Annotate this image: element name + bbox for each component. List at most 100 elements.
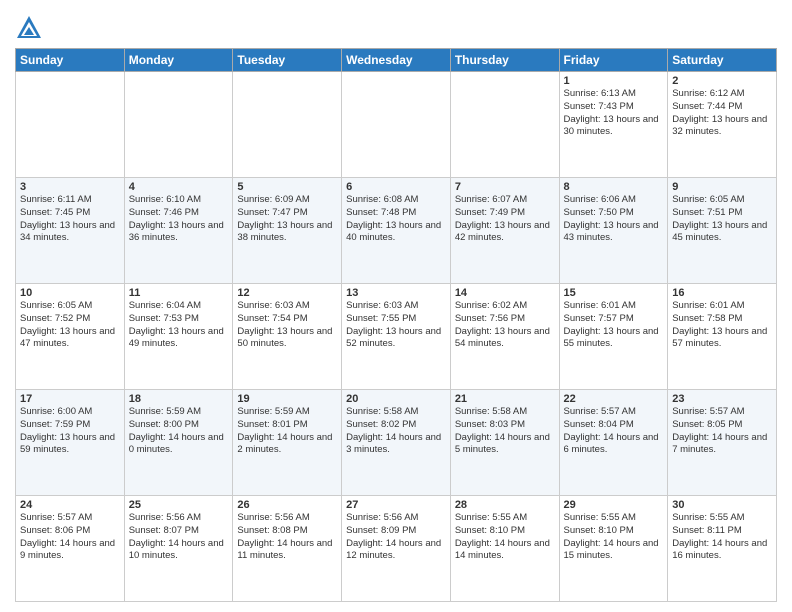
calendar-cell: 17Sunrise: 6:00 AM Sunset: 7:59 PM Dayli… [16,390,125,496]
day-info: Sunrise: 5:57 AM Sunset: 8:05 PM Dayligh… [672,406,772,457]
calendar-cell: 12Sunrise: 6:03 AM Sunset: 7:54 PM Dayli… [233,284,342,390]
day-number: 4 [129,181,229,193]
calendar-header-day: Sunday [16,49,125,72]
day-number: 22 [564,393,664,405]
calendar-cell: 27Sunrise: 5:56 AM Sunset: 8:09 PM Dayli… [342,496,451,602]
calendar-cell: 18Sunrise: 5:59 AM Sunset: 8:00 PM Dayli… [124,390,233,496]
day-number: 25 [129,499,229,511]
day-info: Sunrise: 6:02 AM Sunset: 7:56 PM Dayligh… [455,300,555,351]
calendar-week-row: 17Sunrise: 6:00 AM Sunset: 7:59 PM Dayli… [16,390,777,496]
calendar-cell: 23Sunrise: 5:57 AM Sunset: 8:05 PM Dayli… [668,390,777,496]
day-info: Sunrise: 6:05 AM Sunset: 7:51 PM Dayligh… [672,194,772,245]
day-info: Sunrise: 6:05 AM Sunset: 7:52 PM Dayligh… [20,300,120,351]
header [15,10,777,42]
day-number: 23 [672,393,772,405]
day-info: Sunrise: 6:01 AM Sunset: 7:57 PM Dayligh… [564,300,664,351]
day-info: Sunrise: 5:59 AM Sunset: 8:00 PM Dayligh… [129,406,229,457]
day-info: Sunrise: 5:57 AM Sunset: 8:04 PM Dayligh… [564,406,664,457]
calendar-cell: 16Sunrise: 6:01 AM Sunset: 7:58 PM Dayli… [668,284,777,390]
day-info: Sunrise: 6:08 AM Sunset: 7:48 PM Dayligh… [346,194,446,245]
calendar-header-row: SundayMondayTuesdayWednesdayThursdayFrid… [16,49,777,72]
day-number: 9 [672,181,772,193]
calendar-cell: 26Sunrise: 5:56 AM Sunset: 8:08 PM Dayli… [233,496,342,602]
day-number: 13 [346,287,446,299]
day-number: 5 [237,181,337,193]
day-info: Sunrise: 6:10 AM Sunset: 7:46 PM Dayligh… [129,194,229,245]
calendar-cell: 29Sunrise: 5:55 AM Sunset: 8:10 PM Dayli… [559,496,668,602]
calendar: SundayMondayTuesdayWednesdayThursdayFrid… [15,48,777,602]
calendar-cell: 11Sunrise: 6:04 AM Sunset: 7:53 PM Dayli… [124,284,233,390]
day-info: Sunrise: 6:04 AM Sunset: 7:53 PM Dayligh… [129,300,229,351]
day-info: Sunrise: 6:11 AM Sunset: 7:45 PM Dayligh… [20,194,120,245]
calendar-header-day: Saturday [668,49,777,72]
day-number: 15 [564,287,664,299]
calendar-header-day: Tuesday [233,49,342,72]
day-number: 10 [20,287,120,299]
day-number: 26 [237,499,337,511]
page: SundayMondayTuesdayWednesdayThursdayFrid… [0,0,792,612]
day-info: Sunrise: 5:59 AM Sunset: 8:01 PM Dayligh… [237,406,337,457]
day-info: Sunrise: 6:03 AM Sunset: 7:55 PM Dayligh… [346,300,446,351]
day-number: 27 [346,499,446,511]
calendar-cell: 19Sunrise: 5:59 AM Sunset: 8:01 PM Dayli… [233,390,342,496]
calendar-week-row: 3Sunrise: 6:11 AM Sunset: 7:45 PM Daylig… [16,178,777,284]
day-info: Sunrise: 5:57 AM Sunset: 8:06 PM Dayligh… [20,512,120,563]
day-number: 12 [237,287,337,299]
day-number: 6 [346,181,446,193]
day-number: 29 [564,499,664,511]
day-number: 14 [455,287,555,299]
calendar-header-day: Monday [124,49,233,72]
calendar-cell: 4Sunrise: 6:10 AM Sunset: 7:46 PM Daylig… [124,178,233,284]
day-info: Sunrise: 6:07 AM Sunset: 7:49 PM Dayligh… [455,194,555,245]
day-info: Sunrise: 5:55 AM Sunset: 8:11 PM Dayligh… [672,512,772,563]
calendar-cell: 3Sunrise: 6:11 AM Sunset: 7:45 PM Daylig… [16,178,125,284]
day-info: Sunrise: 6:06 AM Sunset: 7:50 PM Dayligh… [564,194,664,245]
day-number: 1 [564,75,664,87]
day-number: 19 [237,393,337,405]
day-number: 16 [672,287,772,299]
day-number: 18 [129,393,229,405]
logo-icon [15,14,43,42]
day-info: Sunrise: 5:55 AM Sunset: 8:10 PM Dayligh… [455,512,555,563]
calendar-cell: 14Sunrise: 6:02 AM Sunset: 7:56 PM Dayli… [450,284,559,390]
day-number: 8 [564,181,664,193]
calendar-cell: 8Sunrise: 6:06 AM Sunset: 7:50 PM Daylig… [559,178,668,284]
day-number: 20 [346,393,446,405]
day-number: 2 [672,75,772,87]
calendar-cell: 5Sunrise: 6:09 AM Sunset: 7:47 PM Daylig… [233,178,342,284]
calendar-cell: 24Sunrise: 5:57 AM Sunset: 8:06 PM Dayli… [16,496,125,602]
calendar-cell [342,72,451,178]
calendar-week-row: 24Sunrise: 5:57 AM Sunset: 8:06 PM Dayli… [16,496,777,602]
calendar-cell: 10Sunrise: 6:05 AM Sunset: 7:52 PM Dayli… [16,284,125,390]
calendar-cell: 15Sunrise: 6:01 AM Sunset: 7:57 PM Dayli… [559,284,668,390]
calendar-header-day: Wednesday [342,49,451,72]
day-info: Sunrise: 6:09 AM Sunset: 7:47 PM Dayligh… [237,194,337,245]
day-number: 17 [20,393,120,405]
calendar-cell [233,72,342,178]
calendar-cell [16,72,125,178]
day-number: 24 [20,499,120,511]
day-number: 3 [20,181,120,193]
day-number: 11 [129,287,229,299]
day-number: 28 [455,499,555,511]
day-info: Sunrise: 5:56 AM Sunset: 8:07 PM Dayligh… [129,512,229,563]
day-info: Sunrise: 5:58 AM Sunset: 8:03 PM Dayligh… [455,406,555,457]
calendar-week-row: 1Sunrise: 6:13 AM Sunset: 7:43 PM Daylig… [16,72,777,178]
logo [15,14,47,42]
calendar-cell: 2Sunrise: 6:12 AM Sunset: 7:44 PM Daylig… [668,72,777,178]
calendar-header-day: Thursday [450,49,559,72]
calendar-cell: 9Sunrise: 6:05 AM Sunset: 7:51 PM Daylig… [668,178,777,284]
day-info: Sunrise: 5:56 AM Sunset: 8:09 PM Dayligh… [346,512,446,563]
calendar-cell: 6Sunrise: 6:08 AM Sunset: 7:48 PM Daylig… [342,178,451,284]
calendar-cell: 25Sunrise: 5:56 AM Sunset: 8:07 PM Dayli… [124,496,233,602]
day-number: 30 [672,499,772,511]
calendar-cell: 22Sunrise: 5:57 AM Sunset: 8:04 PM Dayli… [559,390,668,496]
day-info: Sunrise: 5:58 AM Sunset: 8:02 PM Dayligh… [346,406,446,457]
calendar-cell: 20Sunrise: 5:58 AM Sunset: 8:02 PM Dayli… [342,390,451,496]
calendar-cell: 28Sunrise: 5:55 AM Sunset: 8:10 PM Dayli… [450,496,559,602]
calendar-cell: 7Sunrise: 6:07 AM Sunset: 7:49 PM Daylig… [450,178,559,284]
day-number: 21 [455,393,555,405]
calendar-cell: 1Sunrise: 6:13 AM Sunset: 7:43 PM Daylig… [559,72,668,178]
day-info: Sunrise: 6:13 AM Sunset: 7:43 PM Dayligh… [564,88,664,139]
day-info: Sunrise: 6:00 AM Sunset: 7:59 PM Dayligh… [20,406,120,457]
